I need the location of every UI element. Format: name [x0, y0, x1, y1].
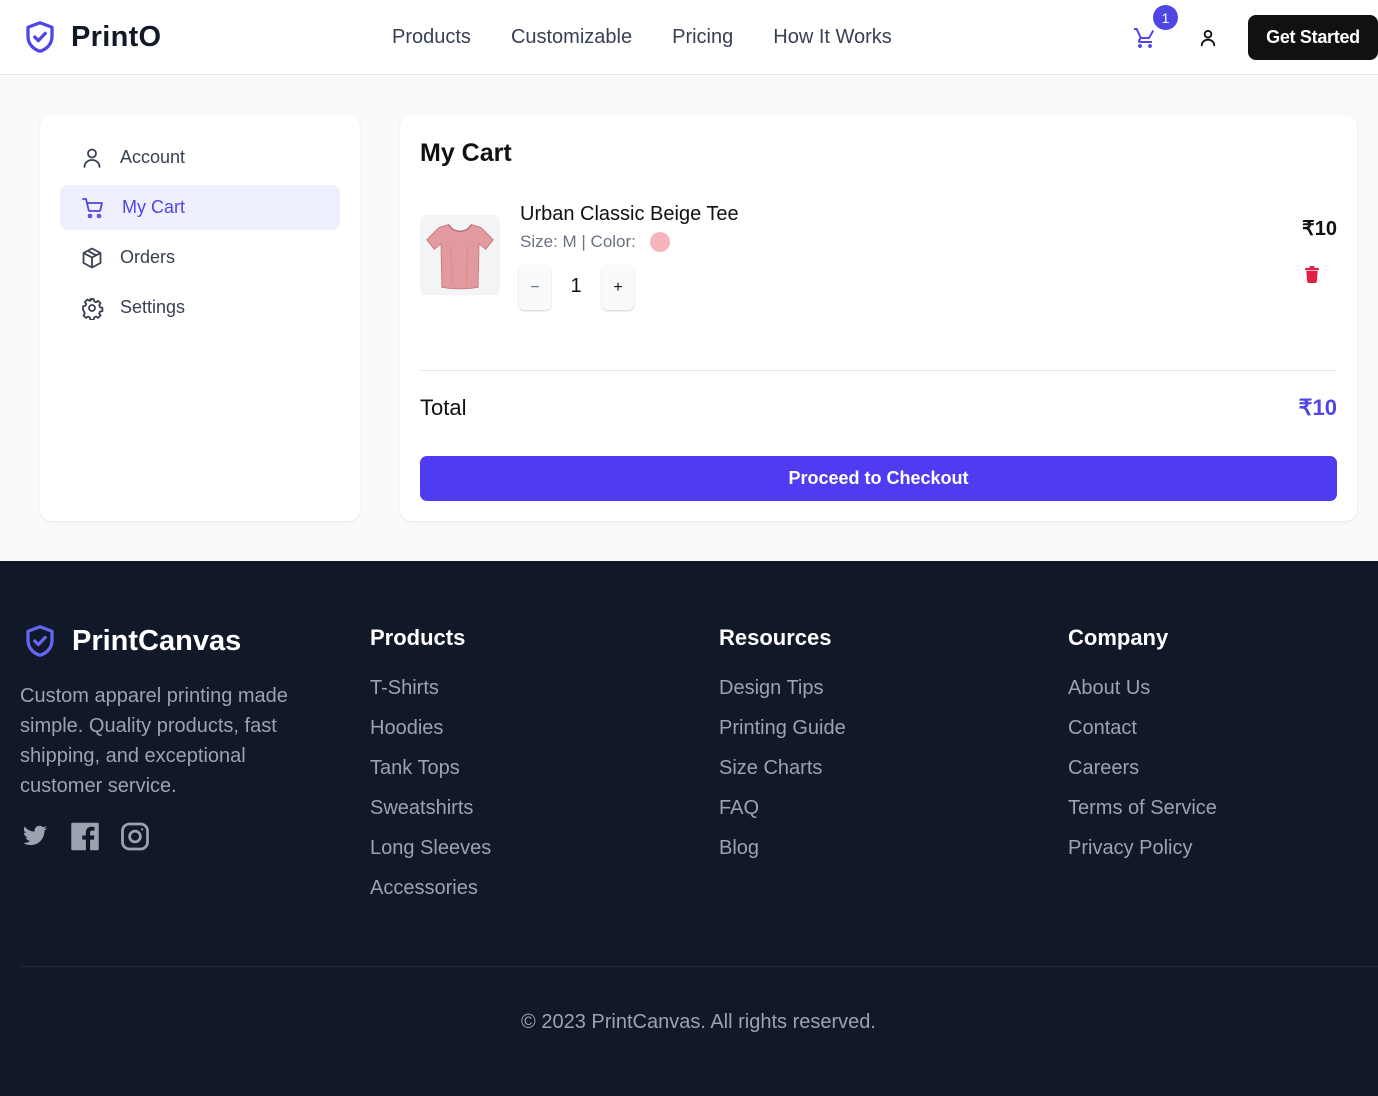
twitter-link[interactable] — [20, 820, 50, 852]
brand-name: PrintO — [71, 20, 162, 53]
footer-link-terms[interactable]: Terms of Service — [1068, 797, 1217, 837]
product-meta: Size: M | Color: — [520, 232, 670, 252]
instagram-link[interactable] — [120, 820, 150, 852]
footer-link-about-us[interactable]: About Us — [1068, 677, 1217, 717]
total-label: Total — [420, 395, 467, 420]
footer-link-tshirts[interactable]: T-Shirts — [370, 677, 491, 717]
item-price: ₹10 — [1302, 218, 1337, 240]
footer-divider — [20, 966, 1378, 967]
shield-check-icon — [26, 625, 54, 657]
footer-column-products: Products T-Shirts Hoodies Tank Tops Swea… — [370, 625, 491, 917]
gear-icon — [82, 297, 104, 320]
cart-panel: My Cart Urban Classic Beige Tee Size: M … — [400, 115, 1357, 521]
footer-column-title: Company — [1068, 625, 1169, 650]
footer-link-careers[interactable]: Careers — [1068, 757, 1217, 797]
product-name[interactable]: Urban Classic Beige Tee — [520, 203, 739, 226]
footer-link-long-sleeves[interactable]: Long Sleeves — [370, 837, 491, 877]
footer-link-contact[interactable]: Contact — [1068, 717, 1217, 757]
sidebar-item-my-cart[interactable]: My Cart — [60, 185, 340, 230]
color-swatch — [649, 232, 670, 252]
footer-link-tank-tops[interactable]: Tank Tops — [370, 757, 491, 797]
footer-link-hoodies[interactable]: Hoodies — [370, 717, 491, 757]
twitter-icon — [23, 825, 47, 846]
sidebar-item-label: Settings — [120, 297, 186, 317]
sidebar-item-label: Account — [120, 147, 186, 167]
footer-description: Custom apparel printing made simple. Qua… — [20, 685, 288, 797]
sidebar-item-settings[interactable]: Settings — [60, 285, 340, 330]
quantity-value: 1 — [570, 275, 582, 297]
footer-column-title: Products — [370, 625, 466, 650]
product-size-color-label: Size: M | Color: — [520, 232, 636, 251]
nav-pricing[interactable]: Pricing — [672, 26, 733, 49]
footer-column-resources: Resources Design Tips Printing Guide Siz… — [719, 625, 846, 877]
sidebar-item-label: Orders — [120, 247, 176, 267]
box-icon — [82, 247, 102, 268]
footer-link-printing-guide[interactable]: Printing Guide — [719, 717, 846, 757]
get-started-button[interactable]: Get Started — [1248, 15, 1378, 60]
increase-quantity-button[interactable]: + — [602, 265, 634, 310]
footer-link-design-tips[interactable]: Design Tips — [719, 677, 846, 717]
shield-check-icon — [26, 21, 54, 53]
product-thumbnail[interactable] — [420, 215, 500, 295]
cart-icon — [1134, 28, 1155, 48]
tshirt-icon — [426, 224, 494, 290]
cart-icon — [82, 197, 103, 218]
social-links — [20, 820, 150, 852]
user-icon — [83, 148, 101, 168]
nav-how-it-works[interactable]: How It Works — [773, 26, 892, 49]
footer-link-blog[interactable]: Blog — [719, 837, 846, 877]
decrease-quantity-button[interactable]: − — [519, 265, 551, 310]
footer-link-faq[interactable]: FAQ — [719, 797, 846, 837]
trash-icon — [1305, 266, 1319, 283]
account-sidebar: Account My Cart Orders Settings — [40, 115, 360, 521]
footer-brand[interactable]: PrintCanvas — [22, 623, 241, 659]
footer-link-sweatshirts[interactable]: Sweatshirts — [370, 797, 491, 837]
proceed-to-checkout-button[interactable]: Proceed to Checkout — [420, 456, 1337, 501]
sidebar-item-label: My Cart — [122, 197, 185, 217]
footer-column-title: Resources — [719, 625, 832, 650]
facebook-icon — [71, 822, 99, 850]
site-footer: PrintCanvas Custom apparel printing made… — [0, 561, 1378, 1096]
user-icon — [1200, 30, 1216, 47]
cart-title: My Cart — [420, 139, 512, 167]
user-menu-button[interactable] — [1198, 27, 1218, 49]
nav-products[interactable]: Products — [392, 26, 471, 49]
main-nav: Products Customizable Pricing How It Wor… — [392, 26, 892, 49]
cart-divider — [420, 370, 1337, 371]
sidebar-item-orders[interactable]: Orders — [60, 235, 340, 280]
cart-button[interactable] — [1132, 26, 1160, 50]
sidebar-item-account[interactable]: Account — [60, 135, 340, 180]
footer-link-size-charts[interactable]: Size Charts — [719, 757, 846, 797]
total-value: ₹10 — [1298, 395, 1337, 420]
remove-item-button[interactable] — [1305, 266, 1319, 283]
facebook-link[interactable] — [70, 820, 100, 852]
footer-link-accessories[interactable]: Accessories — [370, 877, 491, 917]
top-navbar: PrintO Products Customizable Pricing How… — [0, 0, 1378, 75]
footer-column-company: Company About Us Contact Careers Terms o… — [1068, 625, 1217, 877]
brand-logo[interactable]: PrintO — [22, 19, 161, 55]
nav-customizable[interactable]: Customizable — [511, 26, 632, 49]
cart-count-badge: 1 — [1153, 5, 1178, 30]
instagram-icon — [121, 822, 149, 850]
footer-brand-name: PrintCanvas — [72, 624, 242, 657]
footer-link-privacy[interactable]: Privacy Policy — [1068, 837, 1217, 877]
copyright-text: © 2023 PrintCanvas. All rights reserved. — [521, 1011, 876, 1033]
